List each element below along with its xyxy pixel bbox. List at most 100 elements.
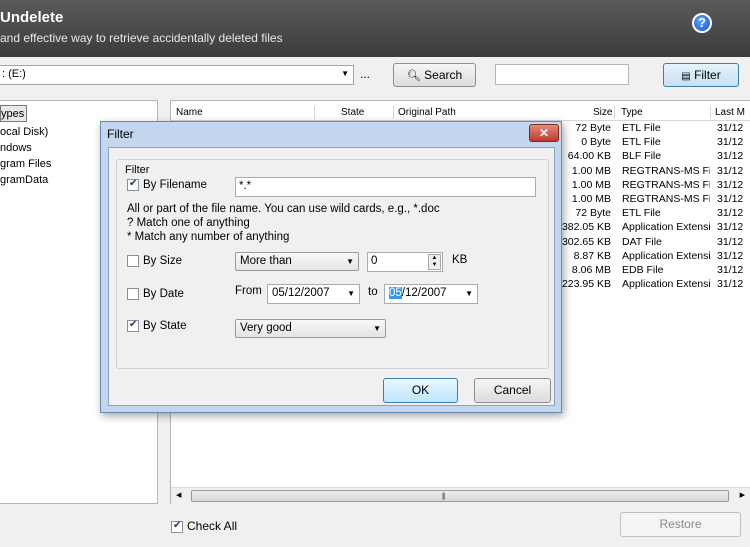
cell-last-modified: 31/12 — [717, 178, 744, 191]
help-icon[interactable]: ? — [692, 13, 712, 33]
checkbox-check-icon — [171, 520, 183, 533]
scrollbar-thumb[interactable]: ||| — [191, 490, 729, 502]
checkbox-check-icon — [127, 319, 139, 332]
filename-hint-2: ? Match one of anything — [127, 217, 250, 229]
cell-last-modified: 31/12 — [717, 278, 744, 291]
by-filename-label: By Filename — [143, 179, 207, 192]
file-list-header: Name State Original Path Size Type Last … — [171, 104, 750, 121]
app-title: Undelete — [0, 9, 64, 26]
date-from-label: From — [235, 285, 262, 297]
chevron-down-icon: ▼ — [465, 289, 473, 298]
date-to-picker[interactable]: 05/12/2007 ▼ — [384, 284, 478, 304]
cell-last-modified: 31/12 — [717, 207, 744, 220]
cell-type: Application Extension — [622, 221, 710, 234]
close-icon: ✕ — [538, 126, 550, 140]
filename-hint-1: All or part of the file name. You can us… — [127, 203, 440, 215]
column-header-type[interactable]: Type — [621, 107, 643, 118]
chevron-down-icon: ▼ — [341, 69, 349, 78]
cell-size: 72 Byte — [575, 207, 611, 220]
cell-size: 1.00 MB — [571, 164, 611, 177]
column-header-name[interactable]: Name — [176, 107, 203, 118]
cell-last-modified: 31/12 — [717, 235, 744, 248]
by-filename-checkbox[interactable]: By Filename — [127, 178, 207, 192]
by-date-checkbox[interactable]: By Date — [127, 288, 184, 300]
drive-select[interactable]: : (E:) ▼ — [0, 65, 354, 85]
size-unit-label: KB — [452, 254, 468, 266]
horizontal-scrollbar[interactable]: ◀ ||| ▶ — [171, 487, 750, 504]
cell-size: 8.06 MB — [571, 263, 611, 276]
cell-last-modified: 31/12 — [717, 136, 744, 149]
dialog-body: Filter By Filename *.* All or part of th… — [108, 147, 555, 406]
cancel-button[interactable]: Cancel — [474, 378, 551, 403]
check-all-checkbox[interactable]: Check All — [171, 519, 237, 533]
filter-button[interactable]: ▤ Filter — [663, 63, 739, 87]
cell-last-modified: 31/12 — [717, 221, 744, 234]
column-header-state[interactable]: State — [341, 107, 364, 118]
search-button-label: Search — [424, 68, 463, 82]
chevron-down-icon: ▼ — [346, 257, 354, 266]
cell-last-modified: 31/12 — [717, 122, 744, 134]
cell-size: 64.00 KB — [567, 150, 611, 163]
state-select-value: Very good — [240, 322, 292, 334]
cell-type: REGTRANS-MS File — [622, 164, 710, 177]
size-operator-select[interactable]: More than ▼ — [235, 252, 359, 271]
ok-button[interactable]: OK — [383, 378, 458, 403]
date-to-value-selected: 05 — [389, 287, 402, 299]
state-select[interactable]: Very good ▼ — [235, 319, 386, 338]
app-subtitle: and effective way to retrieve accidental… — [0, 31, 283, 45]
scroll-right-icon[interactable]: ▶ — [740, 491, 745, 499]
groupbox-label: Filter — [125, 164, 150, 176]
checkbox-empty-icon — [127, 288, 139, 300]
column-header-original-path[interactable]: Original Path — [398, 107, 456, 118]
restore-button[interactable]: Restore — [620, 512, 741, 537]
cell-last-modified: 31/12 — [717, 164, 744, 177]
size-stepper[interactable]: 0 ▲ ▼ — [367, 252, 443, 272]
date-to-label: to — [368, 286, 378, 298]
by-state-label: By State — [143, 320, 187, 333]
by-size-checkbox[interactable]: By Size — [127, 255, 182, 267]
cell-type: DAT File — [622, 235, 662, 248]
by-state-checkbox[interactable]: By State — [127, 319, 187, 333]
search-icon: 🔍︎ — [406, 70, 421, 82]
checkbox-check-icon — [127, 178, 139, 191]
filter-button-label: Filter — [694, 68, 721, 82]
size-operator-value: More than — [240, 255, 292, 267]
cell-size: 1.00 MB — [571, 192, 611, 205]
tree-item-local-disk[interactable]: ocal Disk) — [0, 124, 51, 140]
by-size-label: By Size — [143, 255, 182, 268]
date-from-picker[interactable]: 05/12/2007 ▼ — [267, 284, 360, 304]
tab-types[interactable]: ypes — [0, 105, 28, 122]
search-input[interactable] — [495, 64, 629, 85]
cell-last-modified: 31/12 — [717, 192, 744, 205]
column-header-last-modified[interactable]: Last M — [715, 107, 745, 118]
checkbox-empty-icon — [127, 255, 139, 267]
filename-field[interactable]: *.* — [235, 177, 536, 197]
size-value: 0 — [371, 255, 378, 267]
close-button[interactable]: ✕ — [529, 124, 559, 142]
chevron-down-icon: ▼ — [373, 324, 381, 333]
tree-item-windows[interactable]: ndows — [0, 140, 51, 156]
cell-size: 72 Byte — [575, 122, 611, 134]
cell-type: Application Extension — [622, 249, 710, 262]
dialog-title: Filter — [107, 127, 134, 141]
tree-item-programdata[interactable]: gramData — [0, 172, 51, 188]
cell-size: 223.95 KB — [561, 278, 611, 291]
by-date-label: By Date — [143, 288, 184, 301]
cell-last-modified: 31/12 — [717, 263, 744, 276]
filter-icon: ▤ — [681, 71, 691, 82]
browse-button[interactable]: ... — [360, 67, 370, 81]
scroll-left-icon[interactable]: ◀ — [176, 491, 181, 499]
chevron-down-icon: ▼ — [347, 289, 355, 298]
folder-tree: ocal Disk) ndows gram Files gramData — [0, 124, 51, 188]
column-header-size[interactable]: Size — [593, 107, 612, 118]
toolbar: : (E:) ▼ ... 🔍︎ Search ▤ Filter — [0, 57, 750, 97]
spin-arrows-icon[interactable]: ▲ ▼ — [428, 254, 441, 270]
cell-type: Application Extension — [622, 278, 710, 291]
cell-size: 302.65 KB — [561, 235, 611, 248]
cell-last-modified: 31/12 — [717, 150, 744, 163]
cell-size: 0 Byte — [581, 136, 611, 149]
cell-type: ETL File — [622, 122, 661, 134]
search-button[interactable]: 🔍︎ Search — [393, 63, 476, 87]
cell-type: ETL File — [622, 136, 661, 149]
tree-item-program-files[interactable]: gram Files — [0, 156, 51, 172]
